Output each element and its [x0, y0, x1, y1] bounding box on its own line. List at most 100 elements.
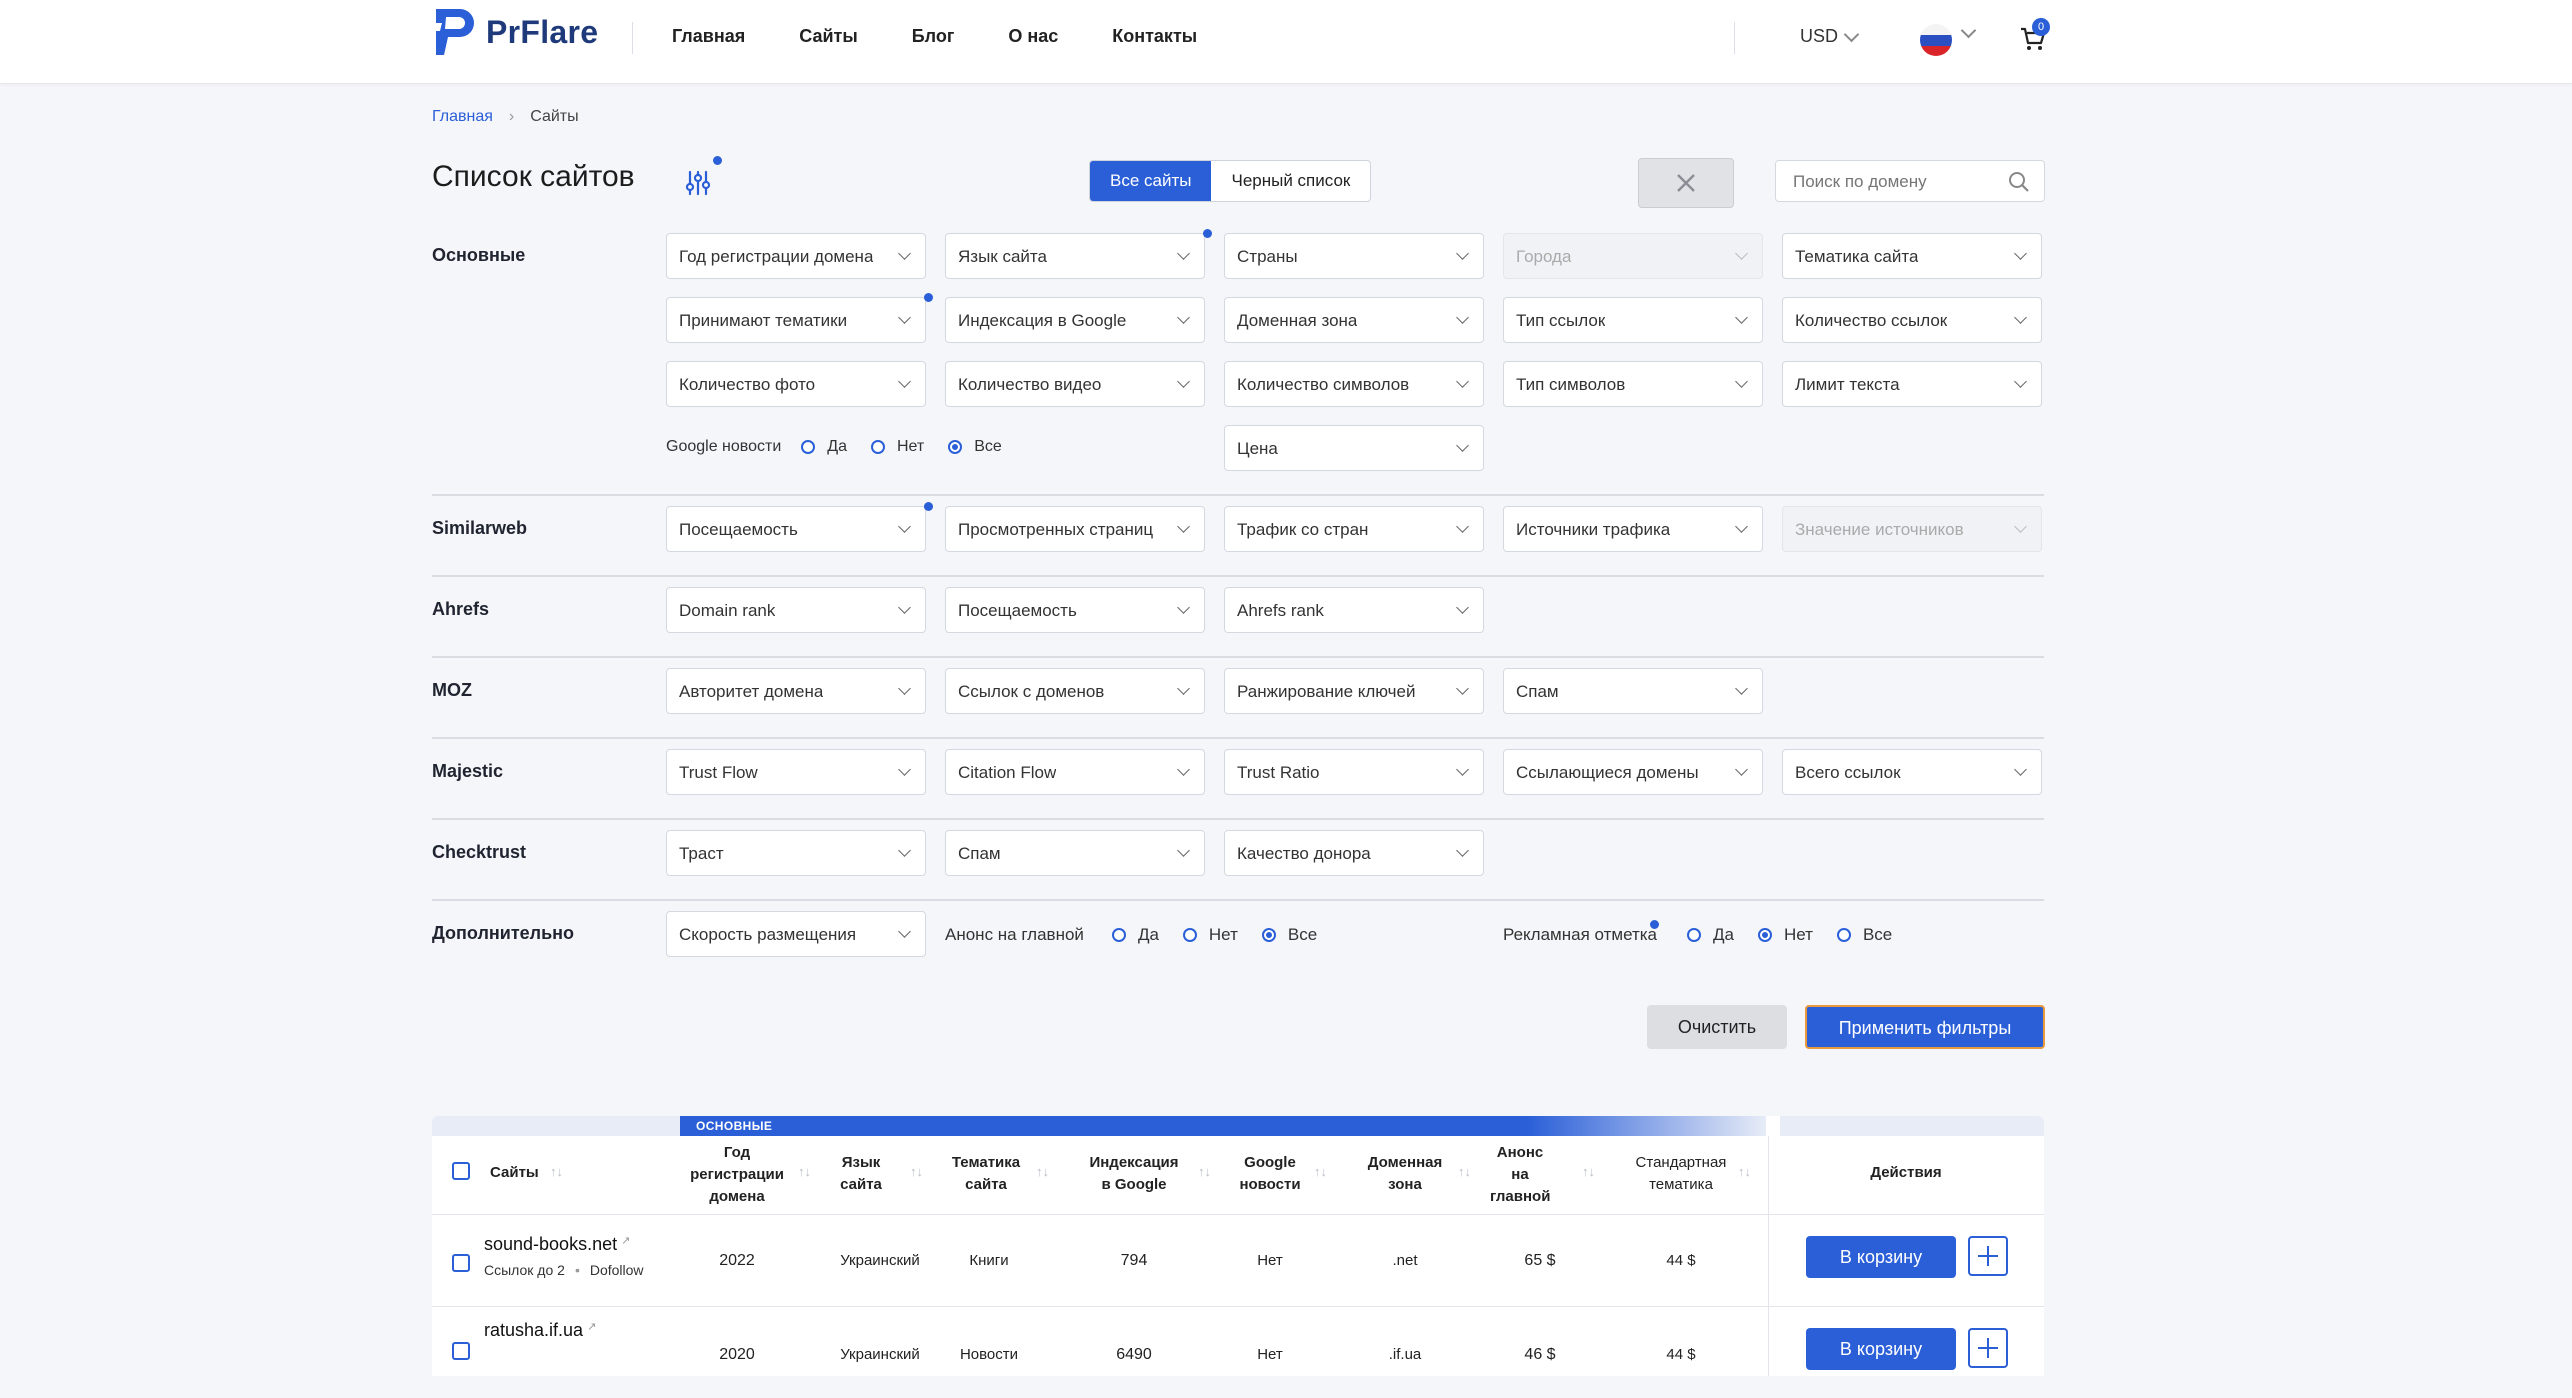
tab-all-sites[interactable]: Все сайты [1090, 161, 1212, 201]
row-checkbox[interactable] [452, 1254, 470, 1272]
currency-selector[interactable]: USD [1800, 26, 1860, 47]
sort-icon[interactable]: ↑↓ [1314, 1164, 1327, 1179]
filter-link-count[interactable]: Количество ссылок [1782, 297, 2042, 343]
nav-sites[interactable]: Сайты [799, 26, 857, 47]
nav-contacts[interactable]: Контакты [1112, 26, 1197, 47]
col-domain-zone[interactable]: Доменная зона [1362, 1152, 1448, 1196]
logo[interactable]: PrFlare [432, 7, 598, 57]
sort-icon[interactable]: ↑↓ [550, 1164, 563, 1179]
filter-text-limit[interactable]: Лимит текста [1782, 361, 2042, 407]
filter-sw-pageviews[interactable]: Просмотренных страниц [945, 506, 1205, 552]
tab-blacklist[interactable]: Черный список [1211, 161, 1370, 201]
filter-google-index[interactable]: Индексация в Google [945, 297, 1205, 343]
filter-ahrefs-domain-rank[interactable]: Domain rank [666, 587, 926, 633]
sort-icon[interactable]: ↑↓ [1036, 1164, 1049, 1179]
external-link-icon[interactable]: ↗ [587, 1321, 596, 1333]
apply-filters-button[interactable]: Применить фильтры [1805, 1005, 2045, 1049]
col-sites[interactable]: Сайты [490, 1162, 539, 1184]
sort-icon[interactable]: ↑↓ [798, 1164, 811, 1179]
col-google-news[interactable]: Google новости [1232, 1152, 1308, 1196]
filter-domain-zone-label: Доменная зона [1237, 311, 1358, 330]
filter-site-language[interactable]: Язык сайта [945, 233, 1205, 279]
radio-ad-no[interactable] [1757, 928, 1772, 942]
filter-settings-icon[interactable] [678, 163, 718, 203]
nav-about[interactable]: О нас [1008, 26, 1058, 47]
external-link-icon[interactable]: ↗ [621, 1235, 630, 1247]
sort-icon[interactable]: ↑↓ [1458, 1164, 1471, 1179]
site-name[interactable]: sound-books.net ↗ [484, 1234, 630, 1255]
radio-google-news-no[interactable] [871, 440, 885, 454]
row-checkbox[interactable] [452, 1342, 470, 1360]
filter-site-topic[interactable]: Тематика сайта [1782, 233, 2042, 279]
search-input[interactable] [1791, 171, 2005, 193]
radio-google-news-all[interactable] [948, 440, 963, 454]
col-announce[interactable]: Анонс на главной [1490, 1142, 1550, 1208]
breadcrumb-home[interactable]: Главная [432, 108, 493, 126]
filter-donor-quality[interactable]: Качество донора [1224, 830, 1484, 876]
radio-announce-no[interactable] [1182, 928, 1197, 942]
col-topic[interactable]: Тематика сайта [946, 1152, 1026, 1196]
chevron-down-icon[interactable] [1960, 22, 1977, 39]
col-standard-topic[interactable]: Стандартная тематика [1626, 1152, 1736, 1196]
filter-trust[interactable]: Траст [666, 830, 926, 876]
filter-trust-flow[interactable]: Trust Flow [666, 749, 926, 795]
filter-sw-country-traffic[interactable]: Трафик со стран [1224, 506, 1484, 552]
sort-icon[interactable]: ↑↓ [910, 1164, 923, 1179]
filter-citation-flow-label: Citation Flow [958, 763, 1057, 782]
filter-countries-label: Страны [1237, 247, 1298, 266]
radio-google-news-yes[interactable] [801, 440, 816, 454]
sort-icon[interactable]: ↑↓ [1198, 1164, 1211, 1179]
col-reg-year[interactable]: Год регистрации домена [682, 1142, 792, 1208]
filter-moz-da[interactable]: Авторитет домена [666, 668, 926, 714]
filter-total-links[interactable]: Всего ссылок [1782, 749, 2042, 795]
radio-ad-yes[interactable] [1687, 928, 1702, 942]
filter-citation-flow[interactable]: Citation Flow [945, 749, 1205, 795]
radio-ad-all[interactable] [1836, 928, 1851, 942]
sort-icon[interactable]: ↑↓ [1582, 1164, 1595, 1179]
filter-countries[interactable]: Страны [1224, 233, 1484, 279]
filter-video-count[interactable]: Количество видео [945, 361, 1205, 407]
radio-announce-yes[interactable] [1111, 928, 1126, 942]
radio-announce-all[interactable] [1261, 928, 1276, 942]
add-to-cart-button[interactable]: В корзину [1806, 1236, 1956, 1278]
search-icon[interactable] [2008, 171, 2030, 193]
chevron-down-icon [1735, 375, 1748, 388]
filter-moz-spam[interactable]: Спам [1503, 668, 1763, 714]
add-to-cart-button[interactable]: В корзину [1806, 1328, 1956, 1370]
filter-reg-year[interactable]: Год регистрации домена [666, 233, 926, 279]
filter-trust-ratio[interactable]: Trust Ratio [1224, 749, 1484, 795]
filter-moz-linking-domains[interactable]: Ссылок с доменов [945, 668, 1205, 714]
sort-icon[interactable]: ↑↓ [1738, 1164, 1751, 1179]
filter-ahrefs-visits[interactable]: Посещаемость [945, 587, 1205, 633]
filter-price[interactable]: Цена [1224, 425, 1484, 471]
filter-domain-zone[interactable]: Доменная зона [1224, 297, 1484, 343]
clear-filters-button[interactable]: Очистить [1647, 1005, 1787, 1049]
filter-sw-visits[interactable]: Посещаемость [666, 506, 926, 552]
col-language[interactable]: Язык сайта [830, 1152, 892, 1196]
filter-char-count[interactable]: Количество символов [1224, 361, 1484, 407]
site-name-text: ratusha.if.ua [484, 1320, 584, 1340]
filter-checktrust-spam[interactable]: Спам [945, 830, 1205, 876]
filter-referring-domains[interactable]: Ссылающиеся домены [1503, 749, 1763, 795]
filter-ahrefs-rank[interactable]: Ahrefs rank [1224, 587, 1484, 633]
cell-topic: Новости [959, 1346, 1019, 1363]
nav-home[interactable]: Главная [672, 26, 745, 47]
filter-cities: Города [1503, 233, 1763, 279]
filter-link-type[interactable]: Тип ссылок [1503, 297, 1763, 343]
site-name[interactable]: ratusha.if.ua ↗ [484, 1320, 596, 1341]
col-google-index[interactable]: Индексация в Google [1084, 1152, 1184, 1196]
plus-icon[interactable] [1968, 1328, 2008, 1368]
filter-char-type[interactable]: Тип символов [1503, 361, 1763, 407]
nav-blog[interactable]: Блог [912, 26, 955, 47]
filter-placement-speed[interactable]: Скорость размещения [666, 911, 926, 957]
reset-button[interactable] [1638, 158, 1734, 208]
filter-accepted-topics[interactable]: Принимают тематики [666, 297, 926, 343]
filter-moz-keywords[interactable]: Ранжирование ключей [1224, 668, 1484, 714]
cell-reg-year: 2022 [719, 1252, 755, 1269]
filter-sw-traffic-sources[interactable]: Источники трафика [1503, 506, 1763, 552]
filter-moz-da-label: Авторитет домена [679, 682, 824, 701]
plus-icon[interactable] [1968, 1236, 2008, 1276]
select-all-checkbox[interactable] [452, 1162, 470, 1180]
filter-photo-count[interactable]: Количество фото [666, 361, 926, 407]
language-flag-icon[interactable] [1920, 24, 1952, 56]
